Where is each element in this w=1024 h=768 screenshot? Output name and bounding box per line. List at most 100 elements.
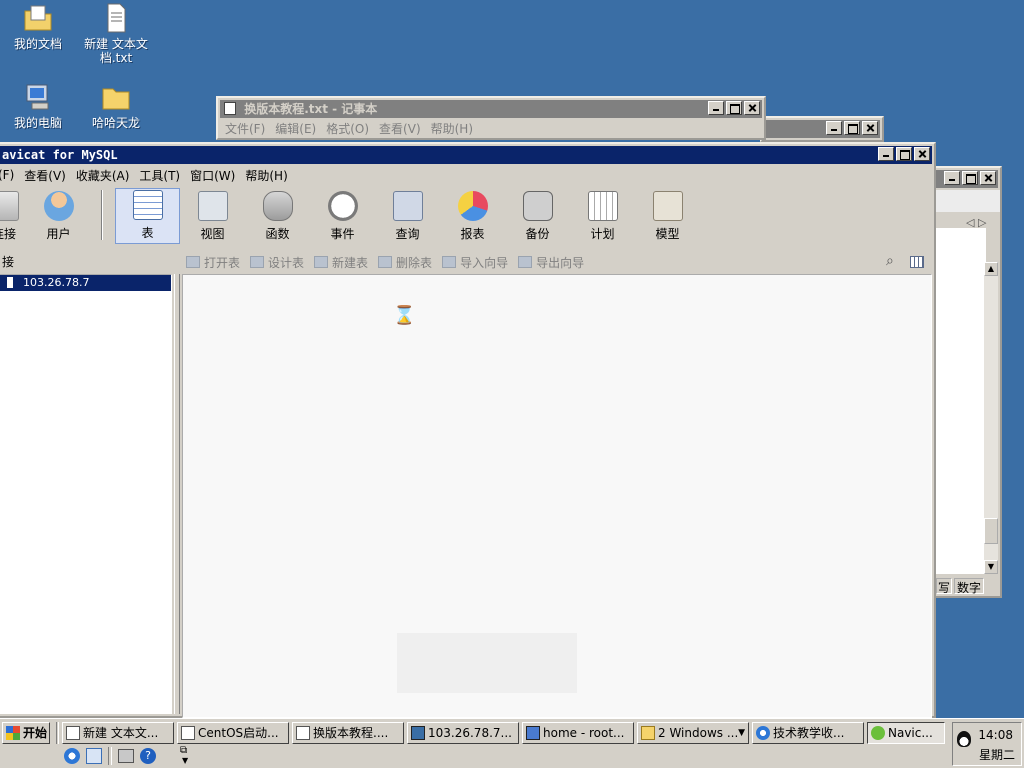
menu-help[interactable]: 帮助(H)	[240, 167, 292, 184]
folder-icon	[102, 88, 130, 110]
desktop-icon-label: 我的电脑	[13, 116, 62, 130]
taskbar-restore-icon[interactable]: ⧉	[180, 745, 187, 756]
task-browser[interactable]: 技术教学收...	[752, 722, 864, 744]
menu-file[interactable]: (F)	[0, 168, 19, 182]
close-button[interactable]	[862, 121, 878, 135]
export-wizard-button[interactable]: 导出向导	[518, 254, 584, 271]
task-home-root[interactable]: home - root...	[522, 722, 634, 744]
right-window[interactable]: ◁ ▷ ▲ ▼ 写 数字	[934, 166, 1002, 598]
toolbar-function[interactable]: 函数	[245, 188, 310, 244]
scroll-thumb[interactable]	[984, 518, 998, 544]
menu-window[interactable]: 窗口(W)	[185, 167, 240, 184]
connection-tree[interactable]: 103.26.78.7	[0, 274, 172, 714]
task-windows-group[interactable]: 2 Windows ... ▼	[637, 722, 749, 744]
maximize-button[interactable]	[726, 101, 742, 115]
maximize-button[interactable]	[962, 171, 978, 185]
toolbar-view[interactable]: 视图	[180, 188, 245, 244]
toolbar-model[interactable]: 模型	[635, 188, 700, 244]
pane-splitter[interactable]	[174, 274, 180, 714]
quick-launch: ?	[64, 746, 174, 766]
maximize-button[interactable]	[896, 147, 912, 161]
minimize-button[interactable]	[878, 147, 894, 161]
menu-view[interactable]: 查看(V)	[374, 120, 426, 137]
server-icon	[7, 277, 13, 288]
delete-table-button[interactable]: 删除表	[378, 254, 432, 271]
qq-icon[interactable]	[957, 731, 971, 747]
toolbar-backup[interactable]: 备份	[505, 188, 570, 244]
maximize-button[interactable]	[844, 121, 860, 135]
task-text-file[interactable]: 新建 文本文...	[62, 722, 174, 744]
desktop-icon-my-computer[interactable]: 我的电脑	[0, 81, 76, 130]
clock-time[interactable]: 14:08	[978, 728, 1013, 742]
navicat-titlebar[interactable]: avicat for MySQL	[0, 146, 932, 164]
backup-icon	[522, 191, 553, 221]
menu-view[interactable]: 查看(V)	[19, 167, 71, 184]
server-manager-icon[interactable]	[118, 749, 134, 763]
menu-favorites[interactable]: 收藏夹(A)	[71, 167, 135, 184]
task-notepad[interactable]: 换版本教程....	[292, 722, 404, 744]
background-window[interactable]	[760, 116, 884, 142]
desktop-icon-text-file[interactable]: 新建 文本文档.txt	[78, 2, 154, 65]
computer-icon	[26, 84, 49, 110]
connection-item[interactable]: 103.26.78.7	[0, 275, 171, 291]
chevron-down-icon[interactable]: ▼	[182, 756, 188, 765]
help-icon[interactable]: ?	[140, 748, 156, 764]
menu-edit[interactable]: 编辑(E)	[270, 120, 321, 137]
navicat-window[interactable]: avicat for MySQL (F) 查看(V) 收藏夹(A) 工具(T) …	[0, 142, 936, 718]
menu-tools[interactable]: 工具(T)	[134, 167, 185, 184]
open-table-button[interactable]: 打开表	[186, 254, 240, 271]
object-toolbar: 打开表 设计表 新建表 删除表 导入向导 导出向导	[186, 250, 932, 274]
close-button[interactable]	[980, 171, 996, 185]
task-centos[interactable]: CentOS启动...	[177, 722, 289, 744]
view-mode-icon[interactable]	[910, 256, 924, 268]
main-toolbar: 连接 用户 表 视图 函数 事件 查询 报表	[0, 184, 932, 244]
toolbar-report[interactable]: 报表	[440, 188, 505, 244]
minimize-button[interactable]	[708, 101, 724, 115]
system-tray: 14:08 星期二	[952, 722, 1022, 766]
toolbar-connection[interactable]: 连接	[0, 188, 26, 244]
notepad-window[interactable]: 换版本教程.txt - 记事本 文件(F) 编辑(E) 格式(O) 查看(V) …	[216, 96, 766, 140]
minimize-button[interactable]	[944, 171, 960, 185]
close-button[interactable]	[914, 147, 930, 161]
function-icon	[262, 191, 293, 221]
task-navicat[interactable]: Navic...	[867, 722, 945, 744]
sftp-icon	[526, 726, 540, 740]
import-wizard-button[interactable]: 导入向导	[442, 254, 508, 271]
desktop-icon-label: 哈哈天龙	[91, 116, 140, 130]
task-remote[interactable]: 103.26.78.7...	[407, 722, 519, 744]
design-table-button[interactable]: 设计表	[250, 254, 304, 271]
view-icon	[197, 191, 228, 221]
explorer-icon[interactable]	[86, 748, 102, 764]
ie-icon[interactable]	[64, 748, 80, 764]
event-icon	[327, 191, 358, 221]
toolbar-event[interactable]: 事件	[310, 188, 375, 244]
toolbar-query[interactable]: 查询	[375, 188, 440, 244]
close-button[interactable]	[744, 101, 760, 115]
report-icon	[457, 191, 488, 221]
new-table-icon	[314, 256, 329, 268]
right-window-content	[936, 228, 986, 574]
desktop-icon-folder[interactable]: 哈哈天龙	[78, 81, 154, 130]
new-table-button[interactable]: 新建表	[314, 254, 368, 271]
minimize-button[interactable]	[826, 121, 842, 135]
toolbar-schedule[interactable]: 计划	[570, 188, 635, 244]
scroll-down-button[interactable]: ▼	[984, 560, 998, 574]
object-list-area[interactable]: ⌛	[182, 274, 932, 718]
desktop-icon-my-documents[interactable]: 我的文档	[0, 2, 76, 51]
start-button[interactable]: 开始	[2, 722, 50, 744]
menu-format[interactable]: 格式(O)	[321, 120, 374, 137]
desktop-icon-label: 我的文档	[13, 37, 62, 51]
menu-file[interactable]: 文件(F)	[220, 120, 270, 137]
status-cell: 数字	[954, 578, 985, 595]
scroll-up-button[interactable]: ▲	[984, 262, 998, 276]
notepad-titlebar[interactable]: 换版本教程.txt - 记事本	[220, 100, 762, 118]
ie-icon	[756, 726, 770, 740]
toolbar-user[interactable]: 用户	[26, 188, 91, 244]
busy-cursor-icon: ⌛	[393, 305, 416, 326]
menu-help[interactable]: 帮助(H)	[426, 120, 478, 137]
vertical-scrollbar[interactable]: ▲ ▼	[984, 262, 998, 574]
notepad-title: 换版本教程.txt - 记事本	[244, 102, 378, 116]
search-icon[interactable]: ⌕	[886, 253, 894, 269]
toolbar-table[interactable]: 表	[115, 188, 180, 244]
import-icon	[442, 256, 457, 268]
